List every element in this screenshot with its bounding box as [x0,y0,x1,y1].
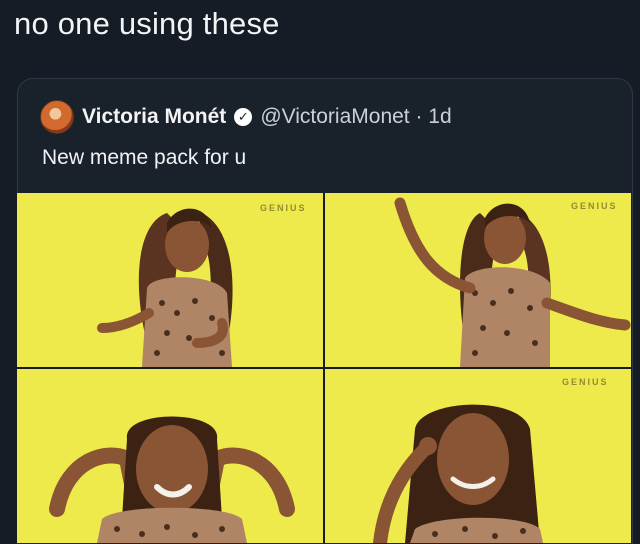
genius-watermark: GENIUS [260,203,307,213]
meme-image-1[interactable]: GENIUS [17,193,323,367]
person-illustration [49,416,295,543]
meme-image-3[interactable] [17,369,323,543]
meme-image-2[interactable]: GENIUS [325,193,631,367]
tweet-text: New meme pack for u [42,146,247,169]
tweet-header: Victoria Monét ✓ @VictoriaMonet · 1d [40,100,452,134]
meme-image-grid: GENIUS GENIUS GENIUS [17,193,631,543]
genius-watermark: GENIUS [571,201,618,211]
avatar[interactable] [40,100,74,134]
display-name[interactable]: Victoria Monét [82,105,226,129]
meme-caption: no one using these [14,6,280,41]
verified-check-icon: ✓ [234,108,253,126]
person-illustration [97,208,233,367]
person-illustration [373,404,543,543]
person-illustration [394,197,631,367]
genius-watermark: GENIUS [562,377,609,387]
meme-image-4[interactable]: GENIUS [325,369,631,543]
handle-and-time[interactable]: @VictoriaMonet · 1d [260,105,451,129]
